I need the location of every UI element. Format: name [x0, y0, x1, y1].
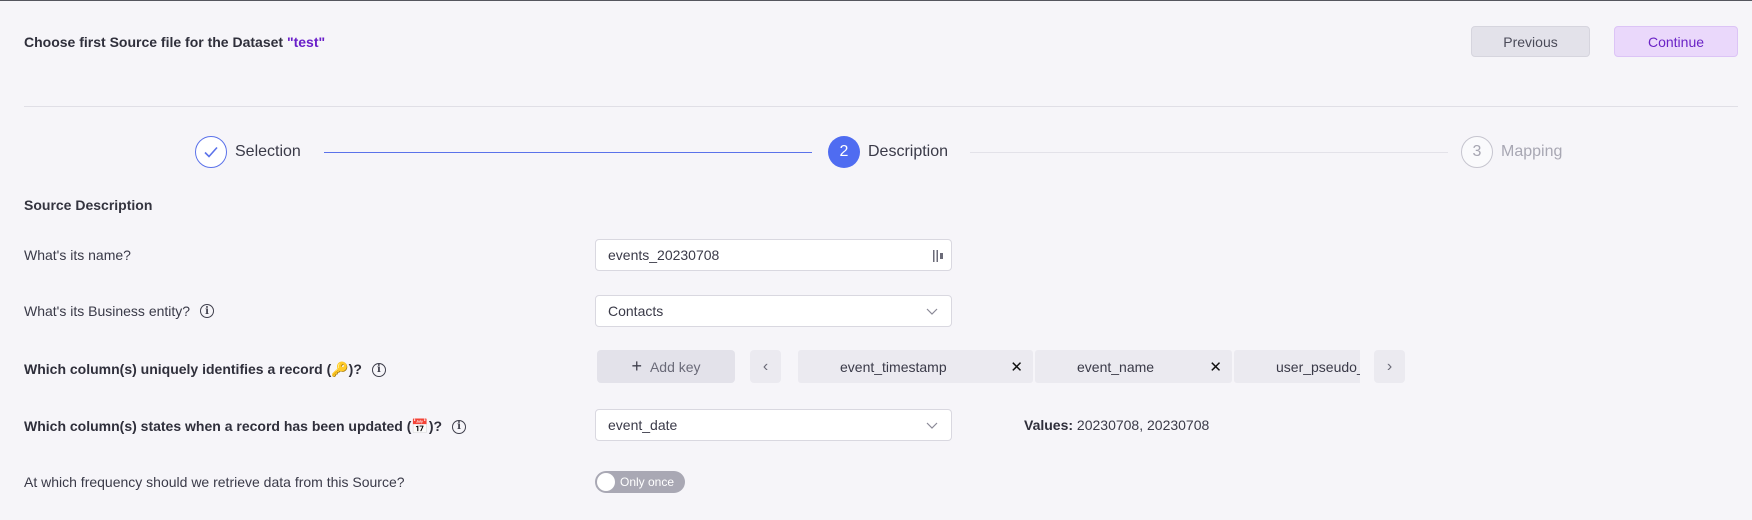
- chevron-down-icon: [926, 422, 938, 429]
- updated-question: Which column(s) states when a record has…: [24, 418, 467, 435]
- info-icon[interactable]: i: [371, 362, 386, 377]
- key-question: Which column(s) uniquely identifies a re…: [24, 361, 386, 378]
- key-chip: user_pseudo_id: [1234, 350, 1360, 383]
- step-description-number: 2: [828, 136, 860, 168]
- info-icon[interactable]: i: [452, 419, 467, 434]
- section-title: Source Description: [24, 197, 153, 213]
- entity-select[interactable]: Contacts: [595, 295, 952, 327]
- previous-button[interactable]: Previous: [1471, 26, 1590, 57]
- name-input[interactable]: events_20230708: [595, 239, 952, 271]
- key-chip-list: event_timestamp ✕ event_name ✕ user_pseu…: [798, 350, 1360, 383]
- key-chip: event_timestamp ✕: [798, 350, 1033, 383]
- frequency-toggle[interactable]: Only once: [595, 471, 685, 493]
- dataset-name: "test": [286, 34, 326, 50]
- frequency-question: At which frequency should we retrieve da…: [24, 474, 405, 490]
- key-chip: event_name ✕: [1035, 350, 1232, 383]
- step-mapping-number: 3: [1461, 136, 1493, 168]
- step-mapping-label: Mapping: [1501, 143, 1563, 160]
- add-key-button[interactable]: + Add key: [597, 350, 735, 383]
- page-title: Choose first Source file for the Dataset…: [24, 34, 326, 50]
- step-selection-check-icon[interactable]: [195, 136, 227, 168]
- chevron-right-icon[interactable]: ›: [1374, 350, 1405, 383]
- stepper-connector: [324, 152, 812, 153]
- close-icon[interactable]: ✕: [1010, 358, 1023, 376]
- text-cursor-icon: [933, 250, 943, 262]
- chevron-left-icon[interactable]: ‹: [750, 350, 781, 383]
- step-selection-label[interactable]: Selection: [235, 143, 301, 161]
- chevron-down-icon: [926, 308, 938, 315]
- header-divider: [24, 106, 1738, 107]
- updated-column-select[interactable]: event_date: [595, 409, 952, 441]
- close-icon[interactable]: ✕: [1209, 358, 1222, 376]
- continue-button[interactable]: Continue: [1614, 26, 1738, 57]
- step-description-label: Description: [868, 143, 949, 160]
- info-icon[interactable]: i: [200, 304, 215, 318]
- plus-icon: +: [631, 356, 642, 376]
- stepper-connector: [970, 152, 1448, 153]
- entity-question: What's its Business entity? i: [24, 303, 215, 319]
- sample-values: Values: 20230708, 20230708: [1024, 417, 1210, 433]
- name-question: What's its name?: [24, 247, 131, 263]
- toggle-knob: [597, 473, 615, 491]
